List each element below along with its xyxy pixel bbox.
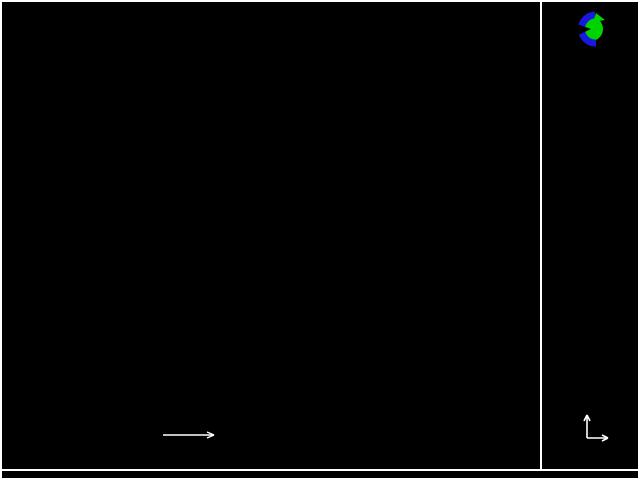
panel-divider (540, 0, 542, 471)
photon-logo-icon (566, 9, 606, 49)
reference-vector-arrow (162, 429, 222, 441)
vector-plot-canvas (63, 13, 470, 408)
status-divider (0, 469, 640, 471)
axis-orientation-icon (574, 396, 634, 444)
photon-window (0, 0, 640, 480)
